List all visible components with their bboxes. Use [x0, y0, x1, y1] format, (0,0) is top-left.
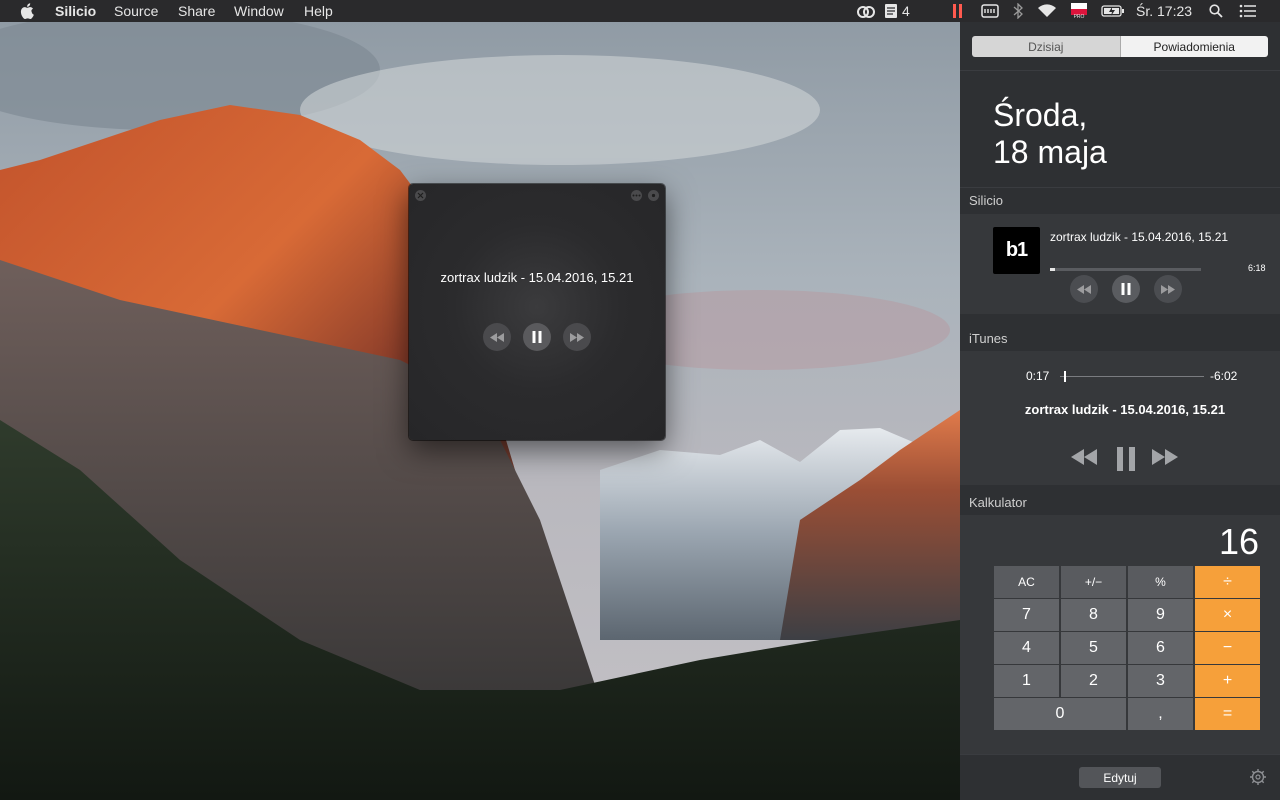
calc-key-plus-minus[interactable]: +/−: [1061, 566, 1126, 598]
silicio-rewind-button[interactable]: [1070, 275, 1098, 303]
nc-tab-control: Dzisiaj Powiadomienia: [972, 36, 1268, 57]
calculator-display: 16: [1218, 521, 1259, 562]
widget-label-calculator: Kalkulator: [969, 495, 1027, 510]
widget-label-silicio: Silicio: [969, 193, 1003, 208]
flag-caption: PRO: [1073, 13, 1085, 20]
creative-cloud-icon[interactable]: [855, 0, 877, 22]
calc-key-divide[interactable]: ÷: [1195, 566, 1260, 598]
pause-bars-icon[interactable]: [951, 0, 965, 22]
album-art: b1: [993, 227, 1040, 274]
calc-key-multiply[interactable]: ×: [1195, 599, 1260, 631]
tab-today[interactable]: Dzisiaj: [972, 36, 1120, 57]
settings-button[interactable]: [1249, 768, 1267, 791]
beats1-logo: b1: [1005, 239, 1028, 261]
bluetooth-icon[interactable]: [1011, 0, 1025, 22]
more-options-button[interactable]: [631, 190, 642, 201]
date-day: 18 maja: [993, 134, 1107, 170]
keyboard-icon[interactable]: [980, 0, 1000, 22]
date-heading: Środa, 18 maja: [993, 97, 1107, 171]
player-pause-button[interactable]: [523, 323, 551, 351]
edit-button[interactable]: Edytuj: [1079, 767, 1161, 788]
calc-key-8[interactable]: 8: [1061, 599, 1126, 631]
expand-button[interactable]: [648, 190, 659, 201]
silicio-track-title: zortrax ludzik - 15.04.2016, 15.21: [1050, 230, 1229, 244]
rewind-icon: [1071, 449, 1097, 465]
itunes-forward-button[interactable]: [1152, 449, 1178, 470]
notification-center-panel: Dzisiaj Powiadomienia Środa, 18 maja Sil…: [960, 22, 1280, 800]
menu-source[interactable]: Source: [114, 3, 158, 19]
itunes-progress-knob[interactable]: [1064, 371, 1067, 382]
calc-key-minus[interactable]: −: [1195, 632, 1260, 664]
calc-key-6[interactable]: 6: [1128, 632, 1193, 664]
fast-forward-icon: [1152, 449, 1178, 465]
menu-bar: Silicio Source Share Window Help 4 PRO Ś…: [0, 0, 1280, 22]
calc-key-0[interactable]: 0: [994, 698, 1126, 730]
silicio-pause-button[interactable]: [1112, 275, 1140, 303]
menu-clock[interactable]: Śr. 17:23: [1136, 3, 1192, 19]
itunes-rewind-button[interactable]: [1071, 449, 1097, 470]
calculator-widget: 16 AC +/− % ÷ 7 8 9 × 4 5 6 − 1 2 3 + 0 …: [960, 515, 1280, 755]
pause-icon: [1117, 447, 1135, 471]
fast-forward-icon: [570, 332, 584, 342]
tab-notifications[interactable]: Powiadomienia: [1119, 36, 1268, 57]
pause-icon: [532, 331, 542, 343]
spotlight-icon[interactable]: [1207, 0, 1225, 22]
calc-key-percent[interactable]: %: [1128, 566, 1193, 598]
calc-key-4[interactable]: 4: [994, 632, 1059, 664]
gear-icon: [1250, 769, 1266, 785]
calc-key-1[interactable]: 1: [994, 665, 1059, 697]
dot-icon: [651, 193, 656, 198]
menu-window[interactable]: Window: [234, 3, 284, 19]
itunes-widget: 0:17 -6:02 zortrax ludzik - 15.04.2016, …: [960, 351, 1280, 485]
calc-key-2[interactable]: 2: [1061, 665, 1126, 697]
calc-key-5[interactable]: 5: [1061, 632, 1126, 664]
silicio-progress-bar[interactable]: [1050, 268, 1201, 271]
silicio-widget: b1 zortrax ludzik - 15.04.2016, 15.21 6:…: [960, 214, 1280, 314]
silicio-duration: 6:18: [1248, 263, 1266, 273]
itunes-elapsed-time: 0:17: [1026, 369, 1050, 383]
menu-app-name[interactable]: Silicio: [55, 3, 96, 19]
pause-icon: [1121, 283, 1131, 295]
rewind-icon: [490, 332, 504, 342]
calc-key-ac[interactable]: AC: [994, 566, 1059, 598]
divider: [960, 70, 1280, 71]
silicio-progress-fill: [1050, 268, 1055, 271]
itunes-pause-button[interactable]: [1115, 447, 1137, 476]
status-count: 4: [902, 3, 910, 19]
player-forward-button[interactable]: [563, 323, 591, 351]
widget-label-itunes: iTunes: [969, 331, 1008, 346]
apple-icon[interactable]: [17, 0, 37, 22]
divider: [960, 754, 1280, 755]
wifi-icon[interactable]: [1036, 0, 1058, 22]
itunes-progress-bar[interactable]: [1060, 371, 1204, 382]
calc-key-7[interactable]: 7: [994, 599, 1059, 631]
calc-key-comma[interactable]: ,: [1128, 698, 1193, 730]
silicio-forward-button[interactable]: [1154, 275, 1182, 303]
calc-key-equals[interactable]: =: [1195, 698, 1260, 730]
notes-icon[interactable]: [883, 0, 899, 22]
menu-help[interactable]: Help: [304, 3, 333, 19]
battery-icon[interactable]: [1100, 0, 1126, 22]
date-weekday: Środa,: [993, 97, 1088, 133]
itunes-track-title: zortrax ludzik - 15.04.2016, 15.21: [1024, 402, 1226, 417]
close-icon: [417, 192, 424, 199]
ellipsis-icon: [632, 194, 641, 197]
calc-key-plus[interactable]: +: [1195, 665, 1260, 697]
fast-forward-icon: [1161, 284, 1175, 294]
itunes-remaining-time: -6:02: [1210, 369, 1238, 383]
divider: [960, 187, 1280, 188]
close-button[interactable]: [415, 190, 426, 201]
flag-icon[interactable]: PRO: [1070, 0, 1088, 22]
mini-player-window: zortrax ludzik - 15.04.2016, 15.21: [409, 184, 665, 440]
notification-center-icon[interactable]: [1238, 0, 1258, 22]
menu-share[interactable]: Share: [178, 3, 215, 19]
player-rewind-button[interactable]: [483, 323, 511, 351]
player-track-title: zortrax ludzik - 15.04.2016, 15.21: [440, 270, 634, 285]
calc-key-3[interactable]: 3: [1128, 665, 1193, 697]
calc-key-9[interactable]: 9: [1128, 599, 1193, 631]
rewind-icon: [1077, 284, 1091, 294]
